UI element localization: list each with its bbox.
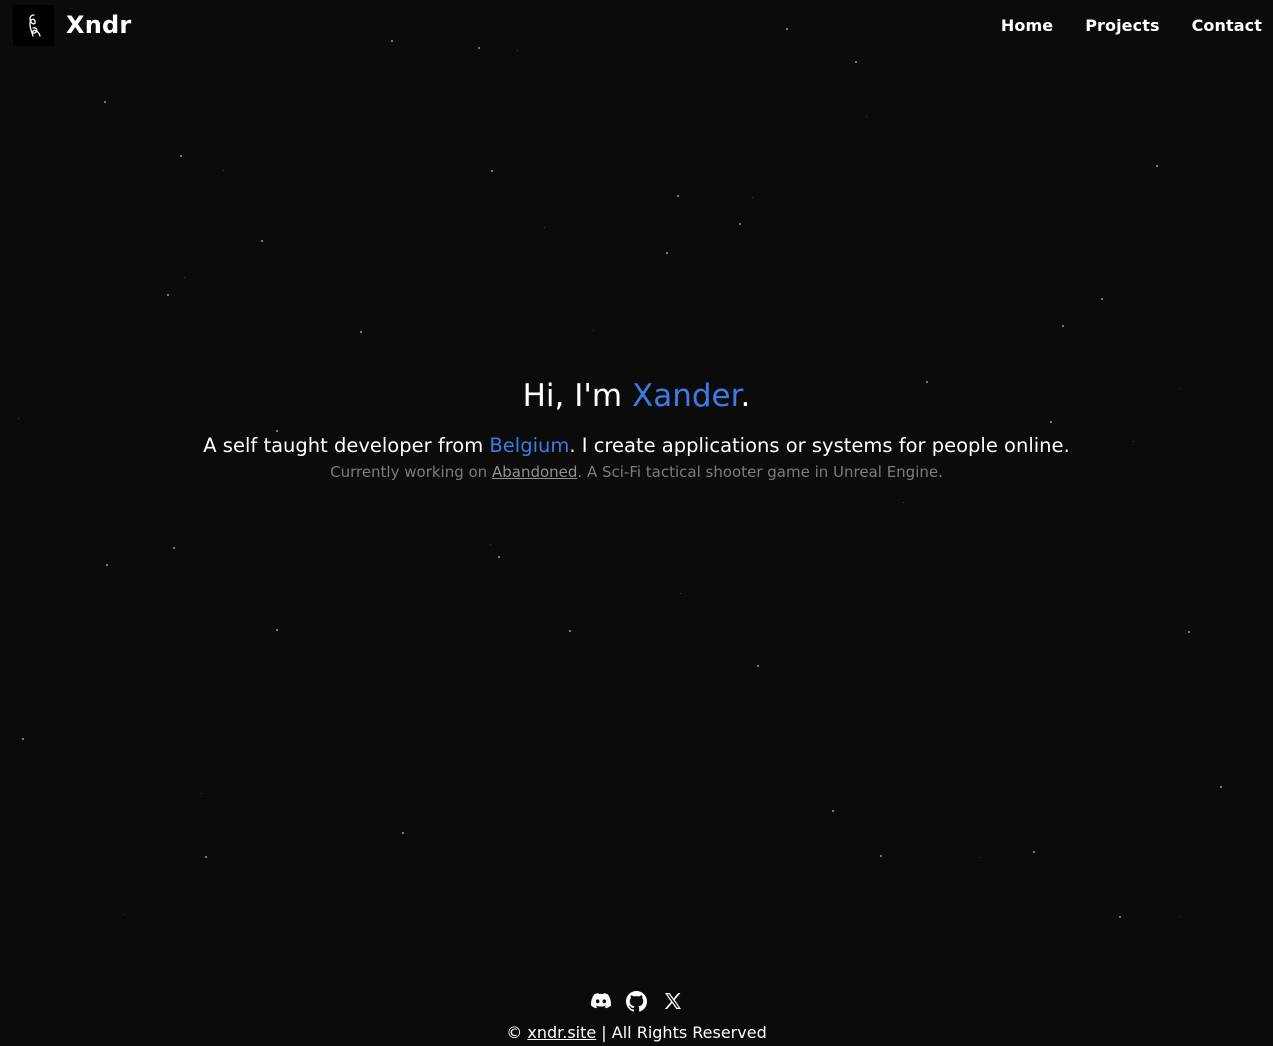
star-dot [866,116,867,117]
star-dot [1220,786,1222,788]
star-dot [276,629,278,631]
star-dot [124,914,125,915]
github-link[interactable] [626,990,648,1012]
star-dot [666,252,668,254]
note-suffix: . A Sci-Fi tactical shooter game in Unre… [577,463,943,481]
footer-copyright: © xndr.site | All Rights Reserved [0,1023,1273,1042]
greeting-name: Xander [631,378,741,414]
greeting-prefix: Hi, I'm [522,378,632,414]
star-dot [1119,916,1121,918]
star-dot [173,547,175,549]
main-nav: Home Projects Contact [1001,16,1262,35]
star-dot [360,331,362,333]
star-dot [1062,325,1064,327]
star-dot [903,502,904,503]
star-dot [106,564,108,566]
star-dot [201,793,202,794]
hero-title: Hi, I'm Xander. [0,378,1273,414]
star-dot [677,195,679,197]
star-dot [517,50,518,51]
brand-name: Xndr [66,11,132,39]
subtitle-prefix: A self taught developer from [203,434,490,457]
site-link[interactable]: xndr.site [527,1023,596,1042]
brand-link[interactable]: Xndr [13,4,131,46]
star-dot [880,855,882,857]
star-dot [490,544,491,545]
star-dot [104,101,106,103]
star-dot [1101,298,1103,300]
hero-note: Currently working on Abandoned. A Sci-Fi… [0,463,1273,481]
nav-contact[interactable]: Contact [1192,16,1262,35]
star-dot [1033,851,1035,853]
star-dot [261,240,263,242]
star-dot [402,832,404,834]
star-dot [569,630,571,632]
greeting-suffix: . [740,378,751,414]
star-dot [1156,165,1158,167]
logo-icon [13,5,54,46]
star-dot [276,430,278,432]
discord-icon [590,993,611,1009]
rights-text: | All Rights Reserved [596,1023,767,1042]
star-dot [544,227,545,228]
subtitle-suffix: . I create applications or systems for p… [569,434,1070,457]
star-dot [205,856,207,858]
star-dot [180,155,182,157]
star-dot [18,418,19,419]
note-prefix: Currently working on [330,463,492,481]
star-dot [491,170,493,172]
star-dot [223,170,224,171]
page: Xndr Home Projects Contact Hi, I'm Xande… [0,0,1273,1046]
starfield-background [0,0,1273,1046]
star-dot [757,665,759,667]
copyright-symbol: © [506,1023,528,1042]
site-header: Xndr Home Projects Contact [0,0,1273,50]
star-dot [752,197,753,198]
x-link[interactable] [662,990,684,1012]
star-dot [1050,421,1052,423]
social-links [0,990,1273,1012]
star-dot [832,810,834,812]
x-icon [664,993,681,1009]
star-dot [855,61,857,63]
star-dot [22,738,24,740]
nav-projects[interactable]: Projects [1085,16,1159,35]
star-dot [680,593,681,594]
discord-link[interactable] [590,990,612,1012]
star-dot [184,277,185,278]
abandoned-link[interactable]: Abandoned [492,463,577,481]
star-dot [167,294,169,296]
star-dot [739,223,741,225]
star-dot [1188,631,1190,633]
github-icon [626,990,647,1012]
star-dot [498,556,500,558]
nav-home[interactable]: Home [1001,16,1053,35]
hero-subtitle: A self taught developer from Belgium. I … [0,434,1273,457]
star-dot [979,857,980,858]
subtitle-country: Belgium [489,434,570,457]
star-dot [593,330,594,331]
star-dot [1180,916,1181,917]
